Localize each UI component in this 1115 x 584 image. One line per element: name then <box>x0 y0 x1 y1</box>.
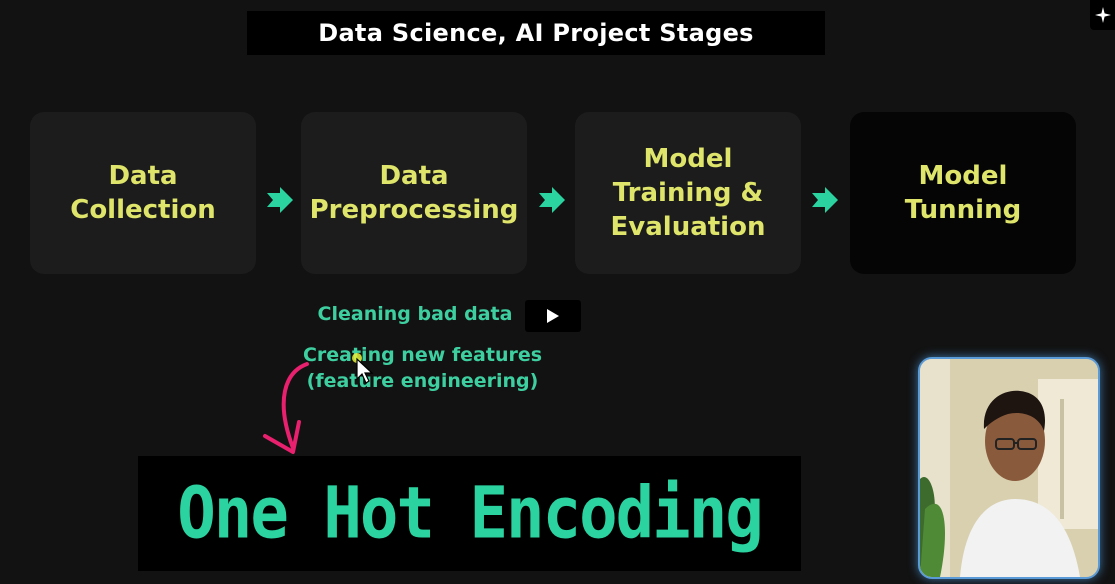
stage-label: Data Preprocessing <box>309 161 519 225</box>
chevron-right-icon <box>267 187 293 213</box>
stage-label: Data Collection <box>70 161 216 225</box>
sparkle-button[interactable] <box>1090 0 1115 30</box>
note-feature-engineering: Creating new features (feature engineeri… <box>302 344 543 392</box>
stage-label: Model Tunning <box>904 161 1022 225</box>
stage-data-preprocessing: Data Preprocessing <box>301 112 527 274</box>
one-hot-encoding-banner: One Hot Encoding <box>138 456 801 571</box>
note-cleaning: Cleaning bad data <box>317 303 513 325</box>
stage-data-collection: Data Collection <box>30 112 256 274</box>
banner-text: One Hot Encoding <box>177 472 763 555</box>
stage-model-tuning: Model Tunning <box>850 112 1076 274</box>
slide-title: Data Science, AI Project Stages <box>247 11 825 55</box>
play-button[interactable] <box>525 300 581 332</box>
mouse-cursor-icon <box>352 353 374 384</box>
presenter-image <box>920 359 1098 577</box>
stage-label: Model Training & Evaluation <box>610 144 766 242</box>
play-icon <box>547 309 559 323</box>
curved-arrow-icon <box>263 362 309 454</box>
sparkle-icon <box>1094 7 1111 23</box>
chevron-right-icon <box>539 187 565 213</box>
stage-model-training: Model Training & Evaluation <box>575 112 801 274</box>
presenter-webcam <box>918 357 1100 579</box>
chevron-right-icon <box>812 187 838 213</box>
slide-title-text: Data Science, AI Project Stages <box>318 19 754 47</box>
